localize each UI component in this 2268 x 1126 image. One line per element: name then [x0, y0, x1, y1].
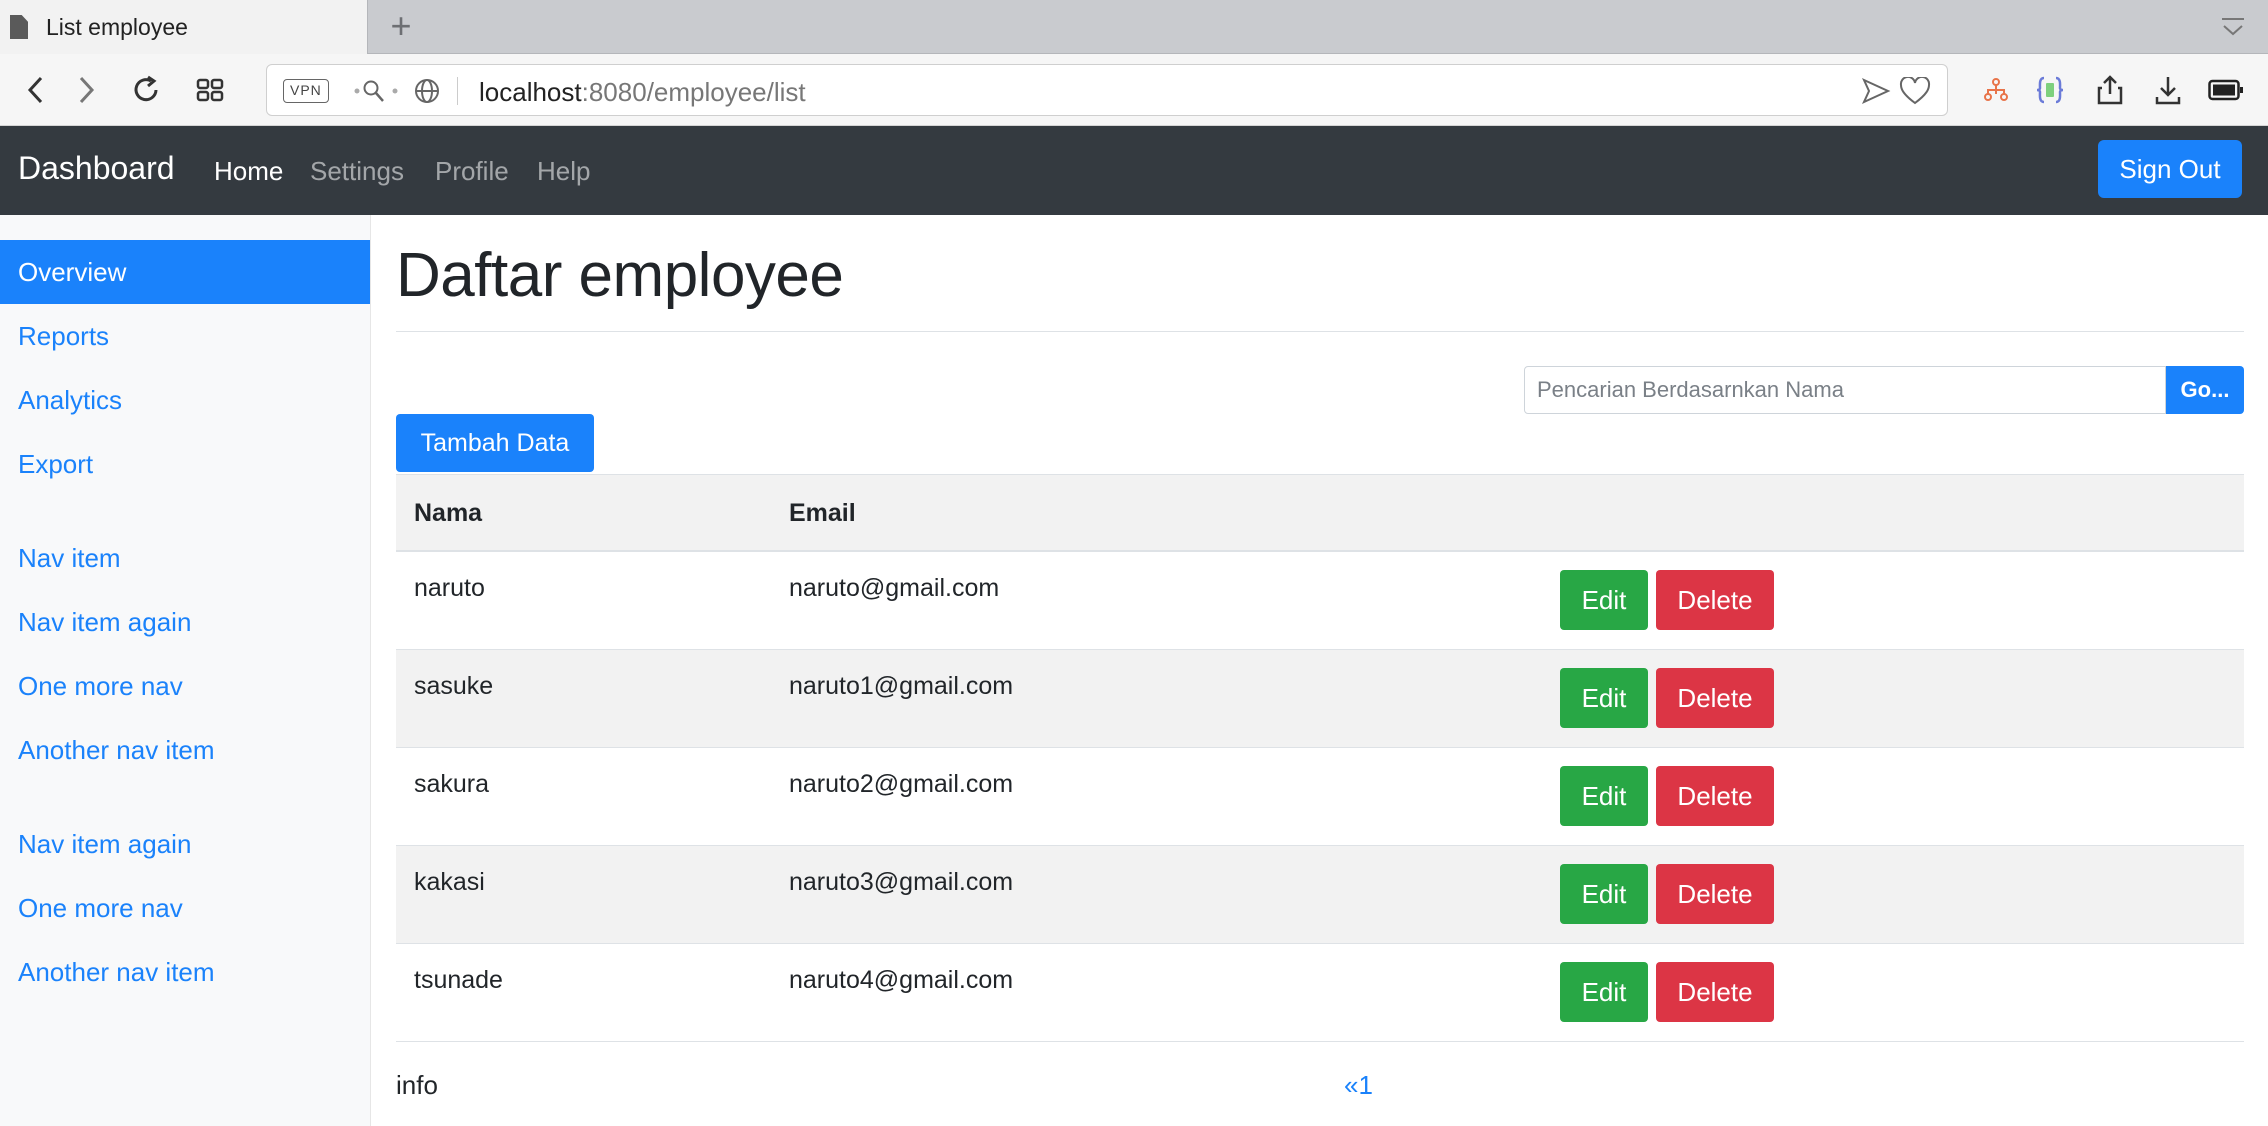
table-row: kakasi naruto3@gmail.com Edit Delete [396, 846, 2244, 944]
table-header: Nama Email [396, 474, 2244, 552]
forward-icon[interactable] [68, 72, 104, 108]
nav-link-help[interactable]: Help [537, 156, 590, 187]
table-row: tsunade naruto4@gmail.com Edit Delete [396, 944, 2244, 1042]
browser-tab[interactable]: List employee [0, 0, 368, 54]
add-data-button[interactable]: Tambah Data [396, 414, 594, 472]
sidebar-item-nav-item-again[interactable]: Nav item again [0, 590, 370, 654]
send-icon[interactable] [1861, 77, 1891, 105]
cell-nama: sasuke [414, 672, 494, 700]
tab-list-icon[interactable] [2220, 14, 2246, 40]
column-header-nama: Nama [414, 499, 483, 527]
brand-logo-text[interactable]: Dashboard [18, 150, 175, 187]
nav-link-profile[interactable]: Profile [435, 156, 509, 187]
column-header-email: Email [789, 499, 856, 527]
document-icon [10, 15, 28, 39]
tab-title: List employee [46, 13, 188, 40]
cell-email: naruto4@gmail.com [789, 966, 1014, 994]
share-icon[interactable] [2092, 72, 2128, 108]
delete-button[interactable]: Delete [1656, 570, 1774, 630]
delete-button[interactable]: Delete [1656, 668, 1774, 728]
url-separator [457, 77, 458, 105]
cell-nama: naruto [414, 574, 485, 602]
reload-icon[interactable] [128, 72, 164, 108]
cell-nama: tsunade [414, 966, 503, 994]
address-bar[interactable]: VPN localhost:8080/employee/list [266, 64, 1948, 116]
delete-button[interactable]: Delete [1656, 766, 1774, 826]
globe-icon [415, 79, 439, 103]
edit-button[interactable]: Edit [1560, 570, 1648, 630]
cell-email: naruto1@gmail.com [789, 672, 1014, 700]
sidebar-item-reports[interactable]: Reports [0, 304, 370, 368]
extension-braces-icon[interactable] [2032, 72, 2068, 108]
sidebar: Overview Reports Analytics Export Nav it… [0, 215, 371, 1126]
page-title: Daftar employee [396, 241, 844, 310]
pagination-link[interactable]: «1 [1344, 1070, 1373, 1101]
sidebar-item-another-nav-item[interactable]: Another nav item [0, 718, 370, 782]
cell-nama: sakura [414, 770, 490, 798]
employee-table: Nama Email naruto naruto@gmail.com Edit … [396, 474, 2244, 1042]
table-row: naruto naruto@gmail.com Edit Delete [396, 552, 2244, 650]
sidebar-item-overview[interactable]: Overview [0, 240, 370, 304]
new-tab-button[interactable]: + [382, 6, 420, 46]
top-navbar: Dashboard Home Settings Profile Help Sig… [0, 126, 2268, 215]
back-icon[interactable] [18, 72, 54, 108]
cell-nama: kakasi [414, 868, 485, 896]
extension-network-icon[interactable] [1978, 72, 2014, 108]
edit-button[interactable]: Edit [1560, 864, 1648, 924]
edit-button[interactable]: Edit [1560, 766, 1648, 826]
search-key-icon [354, 80, 398, 102]
delete-button[interactable]: Delete [1656, 962, 1774, 1022]
sidebar-item-analytics[interactable]: Analytics [0, 368, 370, 432]
search-input[interactable] [1524, 366, 2166, 414]
browser-toolbar: VPN localhost:8080/employee/list [0, 54, 2268, 126]
sidebar-item-nav-item[interactable]: Nav item [0, 526, 370, 590]
sidebar-item-another-nav-item-2[interactable]: Another nav item [0, 940, 370, 1004]
sign-out-button[interactable]: Sign Out [2098, 140, 2242, 198]
sidebar-item-nav-item-again-2[interactable]: Nav item again [0, 812, 370, 876]
nav-link-settings[interactable]: Settings [310, 156, 404, 187]
title-divider [396, 331, 2244, 332]
delete-button[interactable]: Delete [1656, 864, 1774, 924]
nav-link-home[interactable]: Home [214, 156, 283, 187]
tabs-grid-icon[interactable] [192, 72, 228, 108]
sidebar-item-export[interactable]: Export [0, 432, 370, 496]
search-go-button[interactable]: Go... [2166, 366, 2244, 414]
edit-button[interactable]: Edit [1560, 668, 1648, 728]
vpn-badge[interactable]: VPN [283, 79, 329, 103]
browser-tab-bar: List employee + [0, 0, 2268, 54]
battery-icon [2208, 72, 2244, 108]
cell-email: naruto3@gmail.com [789, 868, 1014, 896]
info-text: info [396, 1070, 438, 1100]
sidebar-item-one-more-nav[interactable]: One more nav [0, 654, 370, 718]
url-text[interactable]: localhost:8080/employee/list [479, 77, 806, 108]
download-icon[interactable] [2150, 72, 2186, 108]
table-row: sasuke naruto1@gmail.com Edit Delete [396, 650, 2244, 748]
cell-email: naruto@gmail.com [789, 574, 1000, 602]
sidebar-item-one-more-nav-2[interactable]: One more nav [0, 876, 370, 940]
heart-icon[interactable] [1899, 77, 1931, 105]
table-row: sakura naruto2@gmail.com Edit Delete [396, 748, 2244, 846]
edit-button[interactable]: Edit [1560, 962, 1648, 1022]
cell-email: naruto2@gmail.com [789, 770, 1014, 798]
